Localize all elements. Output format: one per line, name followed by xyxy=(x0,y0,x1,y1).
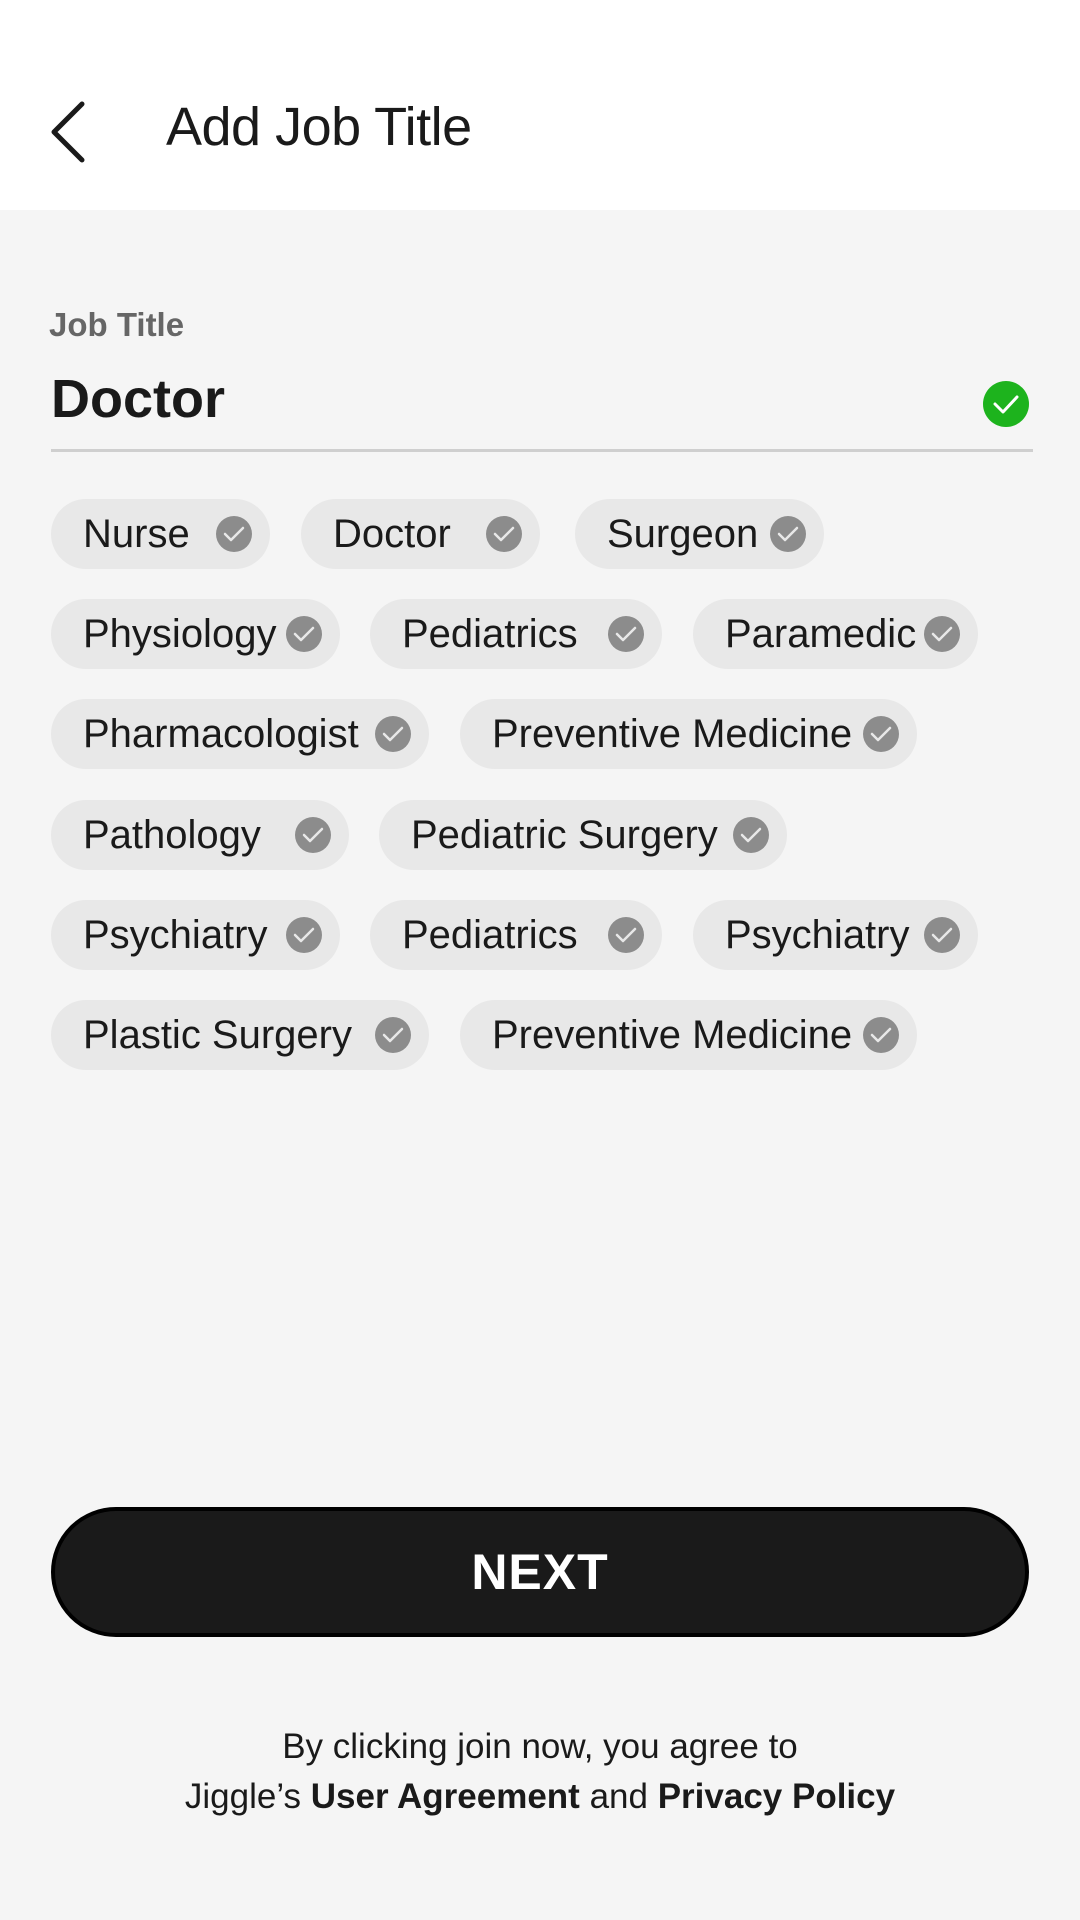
legal-prefix: Jiggle’s xyxy=(184,1777,301,1816)
check-circle-icon xyxy=(375,716,411,752)
suggestion-chip[interactable]: Pediatrics xyxy=(370,900,662,970)
field-underline xyxy=(51,449,1033,452)
suggestion-chip[interactable]: Physiology xyxy=(51,599,340,669)
check-circle-icon xyxy=(608,616,644,652)
suggestion-chip[interactable]: Pathology xyxy=(51,800,349,870)
chip-label: Surgeon xyxy=(607,511,759,556)
chip-label: Pediatrics xyxy=(402,912,578,957)
legal-line-1: By clicking join now, you agree to xyxy=(282,1727,798,1766)
check-circle-icon xyxy=(924,917,960,953)
page-title: Add Job Title xyxy=(166,97,472,157)
check-circle-icon xyxy=(375,1017,411,1053)
suggestion-chip[interactable]: Paramedic xyxy=(693,599,978,669)
chip-label: Psychiatry xyxy=(725,912,910,957)
chip-label: Psychiatry xyxy=(83,912,268,957)
check-circle-icon xyxy=(608,917,644,953)
legal-line-2: Jiggle’s User Agreement and Privacy Poli… xyxy=(0,1772,1080,1822)
app-header: Add Job Title xyxy=(0,0,1080,210)
check-circle-icon xyxy=(286,917,322,953)
suggestion-chip[interactable]: Nurse xyxy=(51,499,270,569)
check-circle-icon xyxy=(486,516,522,552)
chip-label: Preventive Medicine xyxy=(492,711,853,756)
check-circle-icon xyxy=(770,516,806,552)
chip-label: Doctor xyxy=(333,511,451,556)
check-circle-icon xyxy=(286,616,322,652)
job-title-label: Job Title xyxy=(49,306,185,343)
privacy-policy-link[interactable]: Privacy Policy xyxy=(658,1777,895,1816)
check-circle-icon xyxy=(924,616,960,652)
back-button[interactable] xyxy=(36,92,100,172)
chip-label: Paramedic xyxy=(725,611,917,656)
chip-label: Pediatrics xyxy=(402,611,578,656)
job-title-input[interactable] xyxy=(51,368,951,430)
suggestion-chip[interactable]: Plastic Surgery xyxy=(51,1000,429,1070)
suggestion-chip[interactable]: Preventive Medicine xyxy=(460,1000,917,1070)
check-circle-icon xyxy=(216,516,252,552)
suggestion-chip[interactable]: Surgeon xyxy=(575,499,824,569)
suggestion-chip[interactable]: Psychiatry xyxy=(51,900,340,970)
chip-label: Preventive Medicine xyxy=(492,1012,853,1057)
next-button-label: NEXT xyxy=(471,1544,609,1600)
chip-label: Pathology xyxy=(83,812,261,857)
check-circle-icon xyxy=(295,817,331,853)
valid-check-icon xyxy=(983,381,1029,427)
chip-label: Nurse xyxy=(83,511,190,556)
chip-label: Physiology xyxy=(83,611,277,656)
user-agreement-link[interactable]: User Agreement xyxy=(311,1777,580,1816)
legal-and: and xyxy=(589,1777,648,1816)
chip-label: Pediatric Surgery xyxy=(411,812,718,857)
chevron-left-icon xyxy=(51,101,85,163)
suggestion-chip[interactable]: Pediatrics xyxy=(370,599,662,669)
suggestion-chip[interactable]: Preventive Medicine xyxy=(460,699,917,769)
legal-text: By clicking join now, you agree to Jiggl… xyxy=(0,1722,1080,1822)
suggestion-chip[interactable]: Pharmacologist xyxy=(51,699,429,769)
chip-label: Pharmacologist xyxy=(83,711,359,756)
suggestion-chip[interactable]: Psychiatry xyxy=(693,900,978,970)
next-button[interactable]: NEXT xyxy=(51,1507,1029,1637)
suggestion-chip[interactable]: Pediatric Surgery xyxy=(379,800,787,870)
check-circle-icon xyxy=(863,1017,899,1053)
suggestion-chip[interactable]: Doctor xyxy=(301,499,540,569)
check-circle-icon xyxy=(733,817,769,853)
chip-label: Plastic Surgery xyxy=(83,1012,352,1057)
check-circle-icon xyxy=(863,716,899,752)
